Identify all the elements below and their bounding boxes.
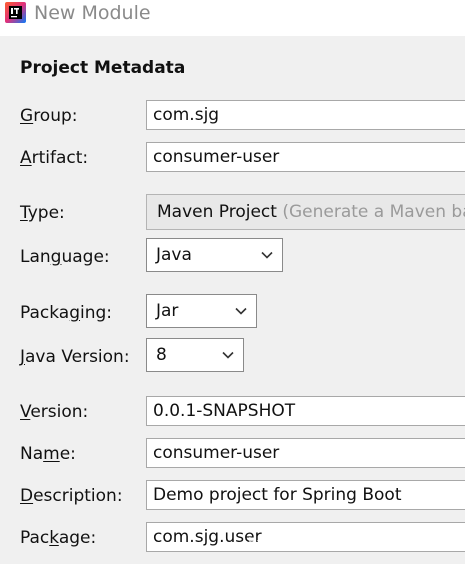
group-field[interactable]: com.sjg — [146, 100, 465, 130]
language-value: Java — [156, 245, 192, 265]
version-field[interactable]: 0.0.1-SNAPSHOT — [146, 396, 465, 426]
version-label: Version: — [20, 402, 89, 422]
description-field[interactable]: Demo project for Spring Boot — [146, 480, 465, 510]
group-label: Group: — [20, 106, 78, 126]
name-label: Name: — [20, 444, 76, 464]
section-title: Project Metadata — [20, 58, 186, 78]
chevron-down-icon — [235, 307, 247, 315]
artifact-field[interactable]: consumer-user — [146, 142, 465, 172]
watermark: https://blog.csdn.net/TimEcho — [248, 536, 458, 552]
java-version-select[interactable]: 8 — [146, 338, 244, 372]
chevron-down-icon — [261, 251, 273, 259]
java-version-value: 8 — [156, 345, 167, 365]
package-label: Package: — [20, 528, 97, 548]
language-label: Language: — [20, 247, 110, 267]
packaging-label: Packaging: — [20, 303, 113, 323]
intellij-idea-icon — [5, 2, 26, 23]
name-field[interactable]: consumer-user — [146, 438, 465, 468]
type-select[interactable]: Maven Project (Generate a Maven ba — [146, 194, 465, 230]
description-label: Description: — [20, 486, 123, 506]
language-select[interactable]: Java — [146, 238, 283, 272]
packaging-select[interactable]: Jar — [146, 294, 257, 328]
type-label: Type: — [20, 203, 65, 223]
java-version-label: Java Version: — [20, 347, 130, 367]
window-title: New Module — [34, 2, 151, 24]
type-hint: (Generate a Maven ba — [282, 202, 465, 222]
type-value: Maven Project — [157, 202, 277, 222]
packaging-value: Jar — [156, 301, 179, 321]
chevron-down-icon — [222, 351, 234, 359]
artifact-label: Artifact: — [20, 148, 89, 168]
title-bar: New Module — [0, 0, 465, 36]
